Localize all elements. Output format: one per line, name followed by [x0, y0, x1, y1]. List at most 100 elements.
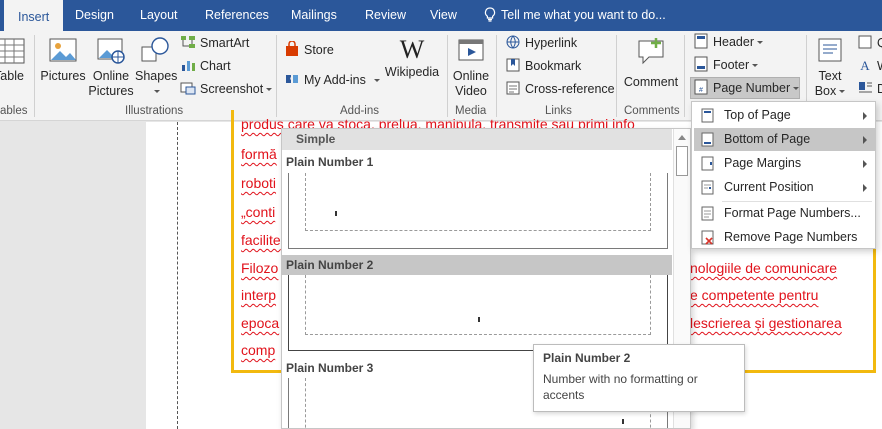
page-number-icon: #: [694, 79, 708, 95]
table-label: Table: [0, 69, 24, 83]
gallery-section-header: Simple: [282, 129, 672, 150]
wordart-button[interactable]: AW: [857, 56, 882, 76]
tab-layout[interactable]: Layout: [140, 0, 178, 31]
wordart-label: W: [877, 59, 882, 73]
comment-icon: [638, 38, 664, 65]
document-line: roboti: [241, 175, 277, 191]
chevron-right-icon: [863, 160, 867, 168]
group-separator: [496, 35, 497, 117]
header-label: Header: [713, 35, 754, 49]
tell-me-search[interactable]: Tell me what you want to do...: [484, 0, 666, 31]
current-position-icon: [701, 180, 714, 195]
svg-text:A: A: [860, 58, 870, 73]
tooltip-title: Plain Number 2: [543, 351, 631, 365]
document-line: epoca: [241, 315, 280, 331]
svg-text:#: #: [699, 87, 703, 94]
menu-item-label: Format Page Numbers...: [724, 206, 861, 220]
scrollbar-thumb[interactable]: [676, 146, 688, 176]
document-line: e competente pentru: [690, 287, 819, 303]
gallery-item-label: Plain Number 1: [286, 155, 374, 169]
tab-review[interactable]: Review: [365, 0, 406, 31]
document-line: nologiile de comunicare: [690, 260, 838, 276]
online-video-icon: [458, 39, 484, 61]
wikipedia-label: Wikipedia: [384, 65, 440, 79]
bookmark-icon: [506, 58, 520, 72]
menu-item-page-margins[interactable]: Page Margins: [694, 152, 875, 175]
tab-view[interactable]: View: [430, 0, 457, 31]
footer-button[interactable]: Footer: [693, 55, 759, 75]
lightbulb-icon: [484, 7, 496, 22]
shapes-icon: [141, 37, 169, 62]
document-line: comp: [241, 342, 276, 358]
my-addins-icon: [286, 75, 298, 83]
gallery-item-plain-number-2[interactable]: [288, 275, 668, 351]
wordart-icon: A: [860, 58, 870, 73]
menu-item-top-of-page[interactable]: Top of Page: [694, 104, 875, 127]
tooltip-description: Number with no formatting or accents: [543, 372, 698, 402]
my-addins-button[interactable]: My Add-ins: [284, 70, 380, 90]
gallery-item-plain-number-1[interactable]: [288, 173, 668, 249]
pictures-label: Pictures: [40, 69, 86, 83]
bookmark-button[interactable]: Bookmark: [505, 56, 581, 76]
chevron-down-icon: [373, 79, 380, 82]
format-page-numbers-icon: [701, 206, 714, 221]
wikipedia-button[interactable]: W Wikipedia: [384, 35, 440, 80]
tab-mailings[interactable]: Mailings: [291, 0, 337, 31]
menu-item-remove-page-numbers[interactable]: Remove Page Numbers: [694, 226, 875, 249]
drop-cap-button[interactable]: D: [857, 79, 882, 99]
thumbnail-margin: [305, 275, 651, 335]
menu-item-label: Remove Page Numbers: [724, 230, 858, 244]
gallery-item-label: Plain Number 2: [282, 255, 672, 275]
text-box-label-2: Box: [814, 84, 837, 98]
document-line: facilite: [241, 232, 281, 248]
cross-reference-label: Cross-reference: [525, 82, 615, 96]
document-line: formă: [241, 146, 277, 162]
ribbon-tab-bar: Insert Design Layout References Mailings…: [0, 0, 882, 31]
smartart-button[interactable]: SmartArt: [180, 33, 249, 53]
page-number-menu: Top of Page Bottom of Page Page Margins …: [691, 101, 876, 249]
menu-item-current-position[interactable]: Current Position: [694, 176, 875, 199]
footer-label: Footer: [713, 58, 750, 72]
hyperlink-icon: [506, 35, 520, 49]
online-video-label-1: Online: [452, 69, 490, 83]
group-separator: [684, 35, 685, 117]
page-number-mark: [622, 419, 624, 424]
tab-insert[interactable]: Insert: [4, 0, 64, 31]
screenshot-button[interactable]: Screenshot: [180, 79, 273, 99]
page-top-icon: [701, 108, 714, 123]
gallery-tooltip: Plain Number 2 Number with no formatting…: [533, 344, 745, 412]
store-button[interactable]: Store: [284, 40, 334, 60]
quick-parts-button[interactable]: Q: [857, 33, 882, 53]
chevron-right-icon: [863, 184, 867, 192]
chevron-down-icon: [153, 90, 160, 93]
document-line: interp: [241, 287, 277, 303]
chart-button[interactable]: Chart: [180, 56, 231, 76]
shapes-button[interactable]: Shapes: [135, 35, 177, 99]
page-number-button[interactable]: # Page Number: [693, 78, 800, 98]
pictures-button[interactable]: Pictures: [40, 35, 86, 84]
text-box-button[interactable]: Text Box: [810, 35, 850, 99]
cross-reference-button[interactable]: Cross-reference: [505, 79, 615, 99]
menu-item-format-page-numbers[interactable]: Format Page Numbers...: [694, 202, 875, 225]
tab-design[interactable]: Design: [75, 0, 114, 31]
comment-button[interactable]: Comment: [620, 37, 682, 90]
chart-label: Chart: [200, 59, 231, 73]
chart-icon: [182, 61, 195, 71]
hyperlink-button[interactable]: Hyperlink: [505, 33, 577, 53]
tab-references[interactable]: References: [205, 0, 269, 31]
online-pictures-button[interactable]: Online Pictures: [88, 35, 134, 99]
group-separator: [34, 35, 35, 117]
page-number-mark: [478, 317, 480, 322]
chevron-down-icon: [757, 41, 763, 44]
table-button[interactable]: Table: [0, 37, 26, 84]
group-separator: [447, 35, 448, 117]
quick-parts-label: Q: [877, 36, 882, 50]
hyperlink-label: Hyperlink: [525, 36, 578, 50]
scroll-up-arrow-icon[interactable]: [678, 135, 686, 140]
page-margins-icon: [701, 156, 714, 171]
header-button[interactable]: Header: [693, 32, 763, 52]
online-video-button[interactable]: Online Video: [450, 35, 492, 99]
drop-cap-label: D: [877, 82, 882, 96]
quick-parts-icon: [858, 35, 872, 49]
menu-item-bottom-of-page[interactable]: Bottom of Page: [694, 128, 875, 151]
